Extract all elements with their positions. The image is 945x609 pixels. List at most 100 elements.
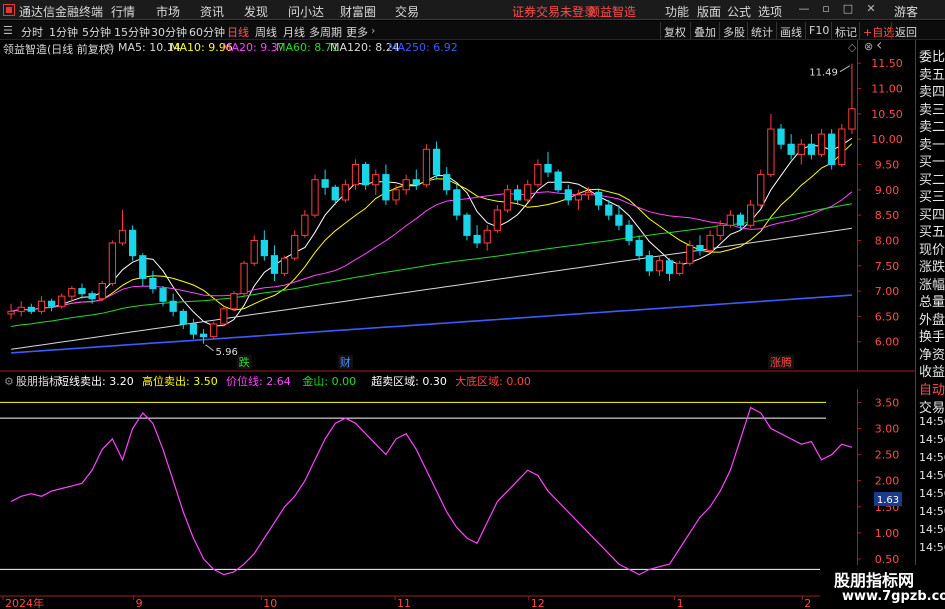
candle[interactable]: [189, 318, 198, 340]
login-status[interactable]: 证券交易未登录: [512, 3, 596, 20]
period-weekly[interactable]: 周线: [255, 24, 277, 40]
sidebar-item[interactable]: 卖三: [919, 99, 945, 118]
period-daily[interactable]: 日线: [227, 24, 249, 40]
candle[interactable]: [27, 303, 35, 314]
sidebar-item[interactable]: 14:56: [919, 469, 945, 482]
candle[interactable]: [301, 210, 309, 238]
candle[interactable]: [382, 164, 390, 205]
sidebar-item[interactable]: 买五: [919, 221, 945, 240]
candle[interactable]: [513, 184, 522, 205]
candle[interactable]: [595, 189, 603, 211]
event-markers[interactable]: 跌 财 涨腾: [236, 355, 795, 369]
sidebar-item[interactable]: 卖四: [919, 81, 945, 100]
sidebar-item[interactable]: 净资: [919, 344, 945, 363]
candle[interactable]: [392, 184, 400, 205]
candle[interactable]: [291, 230, 299, 261]
candle[interactable]: [108, 240, 117, 287]
maximize-icon[interactable]: □: [842, 3, 854, 15]
candle[interactable]: [838, 123, 846, 168]
draw-line-button[interactable]: 画线: [776, 22, 805, 39]
indicator-gear-icon[interactable]: ⚙: [4, 375, 14, 388]
candle[interactable]: [797, 139, 805, 165]
candle[interactable]: [321, 169, 329, 195]
sidebar-item[interactable]: 总量: [919, 291, 945, 310]
restore-icon[interactable]: ▫: [820, 3, 832, 15]
candle[interactable]: [544, 151, 552, 178]
event-marker[interactable]: 跌: [239, 355, 250, 369]
candle[interactable]: [149, 270, 157, 294]
toolbar-menu-icon[interactable]: ☰: [3, 24, 13, 37]
minimize-icon[interactable]: —: [798, 3, 810, 15]
candle[interactable]: [362, 161, 370, 190]
candle[interactable]: [473, 225, 481, 249]
candle[interactable]: [17, 301, 25, 317]
candle[interactable]: [807, 134, 816, 160]
menu-wenxiaoda[interactable]: 问小达: [288, 3, 324, 20]
menu-gongshi[interactable]: 公式: [727, 3, 751, 20]
candle[interactable]: [47, 298, 56, 312]
sidebar-item[interactable]: 14:56: [919, 487, 945, 500]
candle[interactable]: [372, 169, 380, 195]
candle[interactable]: [169, 293, 177, 317]
period-15min[interactable]: 15分钟: [114, 24, 150, 40]
menu-gongneng[interactable]: 功能: [665, 3, 689, 20]
candle[interactable]: [645, 250, 653, 276]
sidebar-item[interactable]: 收益: [919, 361, 945, 380]
candle[interactable]: [260, 230, 268, 261]
menu-hangqing[interactable]: 行情: [111, 3, 135, 20]
candle[interactable]: [625, 220, 633, 246]
menu-zixun[interactable]: 资讯: [200, 3, 224, 20]
candle[interactable]: [68, 286, 76, 302]
sidebar-item[interactable]: 买二: [919, 169, 945, 188]
candle[interactable]: [412, 169, 420, 190]
candle[interactable]: [453, 184, 461, 221]
candle[interactable]: [787, 134, 795, 160]
sidebar-item[interactable]: 涨跌: [919, 256, 945, 275]
period-5min[interactable]: 5分钟: [82, 24, 111, 40]
period-1min[interactable]: 1分钟: [49, 24, 78, 40]
candle[interactable]: [118, 210, 127, 246]
sidebar-item[interactable]: 自动: [919, 379, 945, 398]
candle[interactable]: [341, 179, 350, 203]
kline-and-indicator-chart[interactable]: 11.5011.0010.5010.009.509.008.508.007.50…: [0, 40, 915, 609]
candle[interactable]: [534, 159, 542, 188]
candle[interactable]: [848, 63, 856, 135]
candle[interactable]: [493, 205, 501, 233]
sidebar-item[interactable]: 卖一: [919, 134, 945, 153]
sidebar-item[interactable]: 14:56: [919, 505, 945, 518]
chevron-right-icon[interactable]: ›: [371, 24, 375, 37]
candle[interactable]: [199, 329, 208, 344]
sidebar-item[interactable]: 14:56: [919, 541, 945, 554]
menu-jiaoyi[interactable]: 交易: [395, 3, 419, 20]
sidebar-item[interactable]: 14:56: [919, 433, 945, 446]
sidebar-item[interactable]: 交易: [919, 397, 945, 416]
menu-shichang[interactable]: 市场: [156, 3, 180, 20]
candle[interactable]: [746, 199, 755, 228]
candle[interactable]: [402, 174, 410, 195]
multi-stock-button[interactable]: 多股: [719, 22, 748, 39]
candle[interactable]: [220, 306, 228, 327]
back-button[interactable]: 返回: [891, 22, 920, 39]
candle[interactable]: [757, 169, 765, 208]
candle[interactable]: [98, 280, 106, 302]
sidebar-item[interactable]: 14:56: [919, 523, 945, 536]
candle[interactable]: [503, 184, 512, 213]
period-more[interactable]: 更多: [346, 24, 368, 40]
sidebar-item[interactable]: 14:56: [919, 415, 945, 428]
candle[interactable]: [432, 141, 441, 180]
overlay-button[interactable]: 叠加: [690, 22, 719, 39]
candle[interactable]: [817, 129, 826, 157]
event-marker[interactable]: 涨腾: [770, 355, 792, 369]
candle[interactable]: [463, 212, 471, 241]
guest-label[interactable]: 游客: [894, 3, 918, 20]
candle[interactable]: [524, 179, 532, 203]
candle[interactable]: [706, 230, 714, 254]
candle[interactable]: [250, 235, 258, 266]
candle[interactable]: [828, 129, 836, 170]
menu-xuanxiang[interactable]: 选项: [758, 3, 782, 20]
candle[interactable]: [311, 174, 319, 218]
event-marker[interactable]: 财: [340, 355, 351, 369]
sidebar-item[interactable]: 买一: [919, 151, 945, 170]
sidebar-item[interactable]: 换手: [919, 326, 945, 345]
candle[interactable]: [777, 123, 785, 150]
